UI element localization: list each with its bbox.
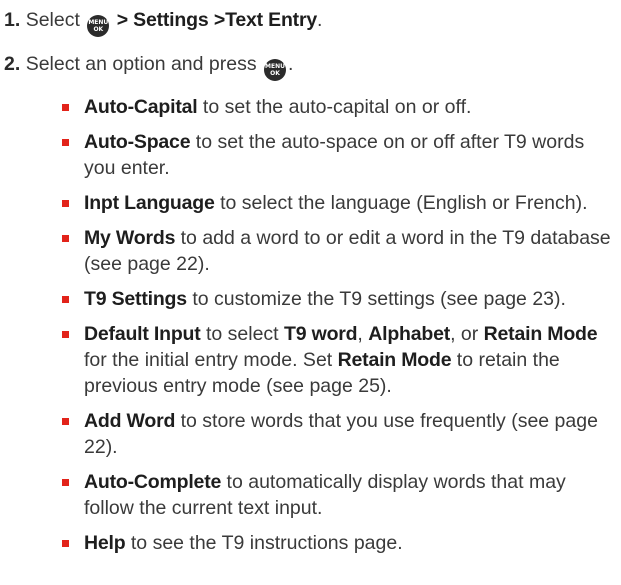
bullet-icon bbox=[62, 104, 69, 111]
options-list: Auto-Capital to set the auto-capital on … bbox=[62, 94, 618, 565]
bullet-icon bbox=[62, 296, 69, 303]
list-item: Auto-Capital to set the auto-capital on … bbox=[62, 94, 618, 120]
list-item: T9 Settings to customize the T9 settings… bbox=[62, 286, 618, 312]
bullet-icon bbox=[62, 235, 69, 242]
step-1: 1. Select MENU OK > Settings >Text Entry. bbox=[4, 8, 322, 37]
list-item: Default Input to select T9 word, Alphabe… bbox=[62, 321, 618, 399]
menu-path-text-entry: Text Entry bbox=[225, 9, 318, 31]
menu-ok-key-icon: MENU OK bbox=[264, 59, 287, 81]
bullet-icon bbox=[62, 418, 69, 425]
list-item: Auto-Complete to automatically display w… bbox=[62, 469, 618, 521]
menu-ok-key-icon: MENU OK bbox=[87, 15, 110, 37]
list-item: Auto-Space to set the auto-space on or o… bbox=[62, 129, 618, 181]
bullet-icon bbox=[62, 540, 69, 547]
path-sep: > bbox=[213, 9, 226, 31]
bullet-icon bbox=[62, 139, 69, 146]
menu-path-settings: Settings bbox=[133, 9, 209, 31]
list-item: My Words to add a word to or edit a word… bbox=[62, 225, 618, 277]
list-item: Inpt Language to select the language (En… bbox=[62, 190, 618, 216]
step-text: Select bbox=[25, 9, 80, 31]
step-2: 2. Select an option and press MENU OK. bbox=[4, 52, 293, 81]
bullet-icon bbox=[62, 479, 69, 486]
list-item: Help to see the T9 instructions page. bbox=[62, 530, 618, 556]
step-text: Select an option and press bbox=[25, 53, 257, 75]
list-item: Add Word to store words that you use fre… bbox=[62, 408, 618, 460]
step-number: 1. bbox=[4, 9, 21, 31]
step-path-sep: > bbox=[116, 9, 134, 31]
step-number: 2. bbox=[4, 53, 21, 75]
bullet-icon bbox=[62, 331, 69, 338]
bullet-icon bbox=[62, 200, 69, 207]
